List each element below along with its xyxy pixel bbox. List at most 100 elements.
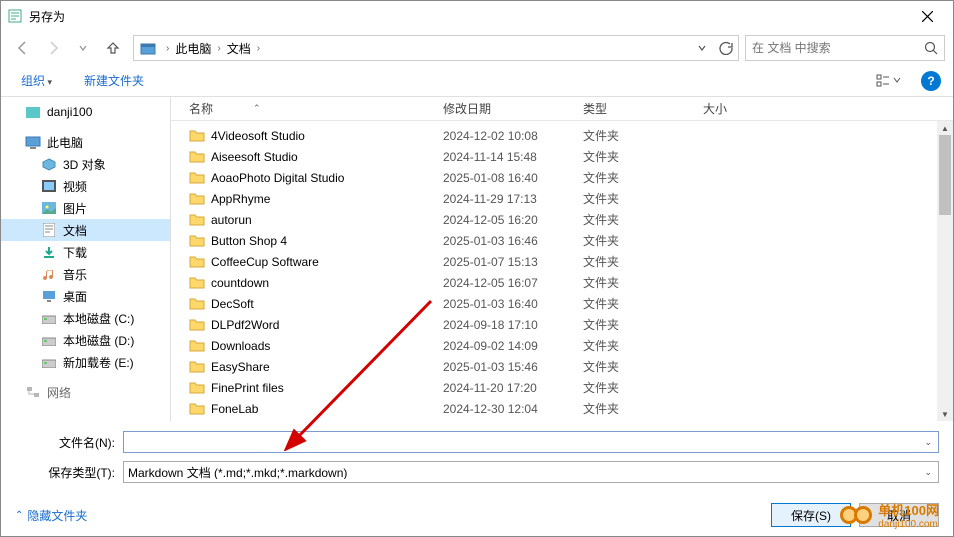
view-options-button[interactable] (873, 69, 905, 93)
folder-icon (189, 150, 211, 164)
file-name: DLPdf2Word (211, 318, 279, 332)
chevron-down-icon[interactable]: ⌄ (922, 437, 934, 448)
tree-item[interactable]: 3D 对象 (1, 153, 170, 175)
file-row[interactable]: countdown2024-12-05 16:07文件夹 (171, 272, 953, 293)
breadcrumb-docs[interactable]: 文档 (225, 40, 253, 57)
col-size[interactable]: 大小 (703, 100, 783, 117)
file-date: 2024-09-02 14:09 (443, 339, 583, 353)
file-name: Button Shop 4 (211, 234, 287, 248)
pc-icon (25, 134, 41, 150)
tree-item[interactable]: 图片 (1, 197, 170, 219)
tree-item-icon (41, 288, 57, 304)
tree-item[interactable]: 音乐 (1, 263, 170, 285)
filename-input[interactable] (128, 435, 922, 449)
refresh-button[interactable] (714, 36, 738, 60)
tree-item[interactable]: 下载 (1, 241, 170, 263)
file-row[interactable]: FoneLab2024-12-30 12:04文件夹 (171, 398, 953, 419)
folder-icon (25, 104, 41, 120)
address-dropdown[interactable] (690, 36, 714, 60)
col-type[interactable]: 类型 (583, 100, 703, 117)
close-button[interactable] (907, 1, 947, 31)
col-name[interactable]: 名称⌃ (183, 100, 443, 117)
col-date[interactable]: 修改日期 (443, 100, 583, 117)
file-row[interactable]: Button Shop 42025-01-03 16:46文件夹 (171, 230, 953, 251)
tree-item-icon (41, 200, 57, 216)
chevron-down-icon[interactable]: ⌄ (922, 467, 934, 478)
file-row[interactable]: Aiseesoft Studio2024-11-14 15:48文件夹 (171, 146, 953, 167)
app-icon (7, 8, 23, 24)
tree-item[interactable]: 本地磁盘 (D:) (1, 329, 170, 351)
address-bar[interactable]: › 此电脑 › 文档 › (133, 35, 739, 61)
file-type: 文件夹 (583, 211, 703, 228)
file-row[interactable]: FinePrint files2024-11-20 17:20文件夹 (171, 377, 953, 398)
file-row[interactable]: 4Videosoft Studio2024-12-02 10:08文件夹 (171, 125, 953, 146)
new-folder-button[interactable]: 新建文件夹 (76, 68, 152, 93)
file-type: 文件夹 (583, 190, 703, 207)
tree-this-pc[interactable]: 此电脑 (1, 131, 170, 153)
file-row[interactable]: Downloads2024-09-02 14:09文件夹 (171, 335, 953, 356)
tree-item[interactable]: 文档 (1, 219, 170, 241)
file-name: 4Videosoft Studio (211, 129, 305, 143)
tree-label: 此电脑 (47, 134, 83, 151)
file-row[interactable]: DecSoft2025-01-03 16:40文件夹 (171, 293, 953, 314)
folder-icon (189, 402, 211, 416)
tree-item-label: 视频 (63, 178, 87, 195)
sort-indicator: ⌃ (253, 103, 261, 114)
tree-quickaccess[interactable]: danji100 (1, 101, 170, 123)
tree-item-icon (41, 354, 57, 370)
file-date: 2024-12-30 12:04 (443, 402, 583, 416)
folder-icon (189, 255, 211, 269)
file-row[interactable]: CoffeeCup Software2025-01-07 15:13文件夹 (171, 251, 953, 272)
file-row[interactable]: AoaoPhoto Digital Studio2025-01-08 16:40… (171, 167, 953, 188)
search-box[interactable] (745, 35, 945, 61)
tree-item[interactable]: 本地磁盘 (C:) (1, 307, 170, 329)
tree-network[interactable]: 网络 (1, 381, 170, 403)
folder-icon (189, 192, 211, 206)
hide-folders-toggle[interactable]: 隐藏文件夹 (15, 507, 87, 524)
scrollbar[interactable]: ▲ ▼ (937, 121, 953, 421)
tree-item-label: 新加载卷 (E:) (63, 354, 134, 371)
file-name: FoneLab (211, 402, 258, 416)
tree-item[interactable]: 视频 (1, 175, 170, 197)
folder-icon (189, 297, 211, 311)
help-button[interactable]: ? (921, 71, 941, 91)
filename-combo[interactable]: ⌄ (123, 431, 939, 453)
forward-button[interactable] (39, 34, 67, 62)
file-type: 文件夹 (583, 295, 703, 312)
search-input[interactable] (752, 41, 924, 55)
file-row[interactable]: autorun2024-12-05 16:20文件夹 (171, 209, 953, 230)
scroll-up-icon[interactable]: ▲ (937, 121, 953, 135)
filetype-combo[interactable]: ⌄ (123, 461, 939, 483)
file-row[interactable]: DLPdf2Word2024-09-18 17:10文件夹 (171, 314, 953, 335)
folder-icon (189, 171, 211, 185)
chevron-right-icon: › (253, 43, 264, 54)
scroll-thumb[interactable] (939, 135, 951, 215)
file-type: 文件夹 (583, 337, 703, 354)
save-button[interactable]: 保存(S) (771, 503, 851, 527)
file-date: 2024-11-20 17:20 (443, 381, 583, 395)
up-button[interactable] (99, 34, 127, 62)
recent-dropdown[interactable] (69, 34, 97, 62)
folder-icon (189, 213, 211, 227)
tree-item-label: 音乐 (63, 266, 87, 283)
file-row[interactable]: EasyShare2025-01-03 15:46文件夹 (171, 356, 953, 377)
file-name: FinePrint files (211, 381, 284, 395)
tree-item[interactable]: 新加载卷 (E:) (1, 351, 170, 373)
chevron-right-icon: › (162, 43, 173, 54)
folder-icon (189, 318, 211, 332)
cancel-button[interactable]: 取消 (859, 503, 939, 527)
organize-button[interactable]: 组织 (13, 68, 60, 93)
file-row[interactable]: AppRhyme2024-11-29 17:13文件夹 (171, 188, 953, 209)
scroll-down-icon[interactable]: ▼ (937, 407, 953, 421)
file-date: 2025-01-03 16:46 (443, 234, 583, 248)
filename-label: 文件名(N): (15, 434, 123, 451)
file-name: AppRhyme (211, 192, 270, 206)
filetype-input[interactable] (128, 465, 922, 479)
file-date: 2025-01-07 15:13 (443, 255, 583, 269)
tree-item-label: 文档 (63, 222, 87, 239)
breadcrumb-pc[interactable]: 此电脑 (173, 40, 213, 57)
back-button[interactable] (9, 34, 37, 62)
tree-item[interactable]: 桌面 (1, 285, 170, 307)
file-name: AoaoPhoto Digital Studio (211, 171, 344, 185)
file-date: 2024-12-05 16:07 (443, 276, 583, 290)
